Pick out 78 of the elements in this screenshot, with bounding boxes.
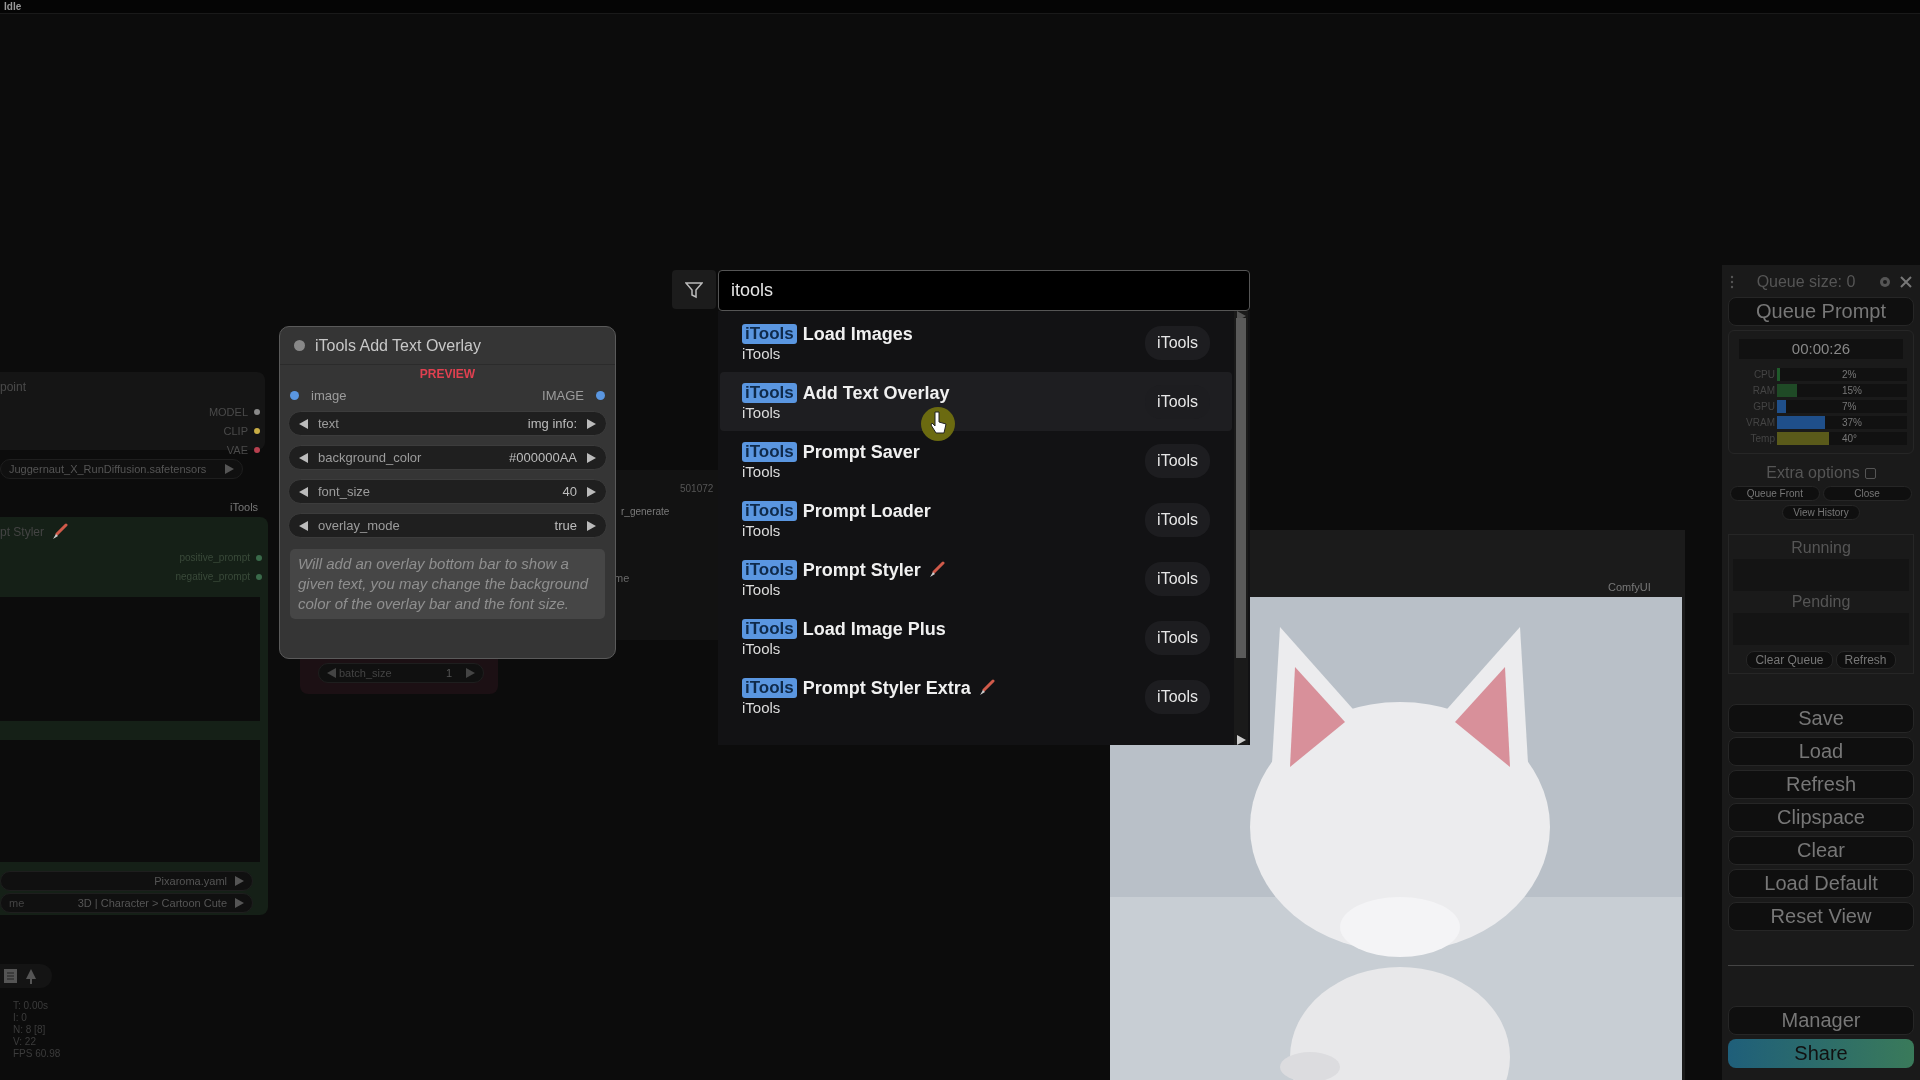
settings-icon[interactable]	[1878, 275, 1892, 289]
queue-button[interactable]: Clear Queue	[1746, 651, 1833, 669]
queue-button[interactable]: Refresh	[1835, 651, 1896, 669]
output-dot[interactable]	[254, 408, 260, 415]
seed-value: 501072	[680, 483, 714, 494]
menu-button[interactable]: Reset View	[1728, 902, 1914, 931]
scrollbar-thumb[interactable]	[1236, 318, 1246, 658]
monitor-reading: 7%	[1842, 400, 1857, 413]
right-arrow-icon[interactable]	[587, 520, 596, 531]
option-button[interactable]: Queue Front	[1730, 486, 1820, 501]
queue-size-text: Queue size: 0	[1756, 273, 1856, 290]
extra-options-label: Extra options	[1766, 464, 1860, 482]
monitor-reading: 15%	[1842, 384, 1862, 397]
node-title: iTools Add Text Overlay	[315, 336, 481, 355]
search-field[interactable]: itools	[718, 270, 1250, 311]
right-arrow-icon[interactable]	[1236, 735, 1246, 745]
filter-icon	[685, 280, 703, 299]
model-combo[interactable]: Juggernaut_X_RunDiffusion.safetensors	[0, 459, 243, 479]
menu-button[interactable]: Save	[1728, 704, 1914, 733]
search-result[interactable]: iTools Prompt Loader iTools iTools	[720, 490, 1232, 549]
right-arrow-icon[interactable]	[587, 486, 596, 497]
search-result[interactable]: iTools Add Text Overlay iTools iTools	[720, 372, 1232, 431]
widget-label: r_generate	[621, 506, 670, 517]
output-label: VAE	[226, 443, 248, 456]
option-button[interactable]: Close	[1822, 486, 1912, 501]
menu-button[interactable]: Clear	[1728, 836, 1914, 865]
cursor-icon	[920, 406, 956, 442]
search-result[interactable]: iTools Load Image Plus iTools iTools	[720, 608, 1232, 667]
widget-field[interactable]: text img info:	[288, 411, 607, 436]
close-icon[interactable]	[1900, 276, 1912, 288]
node-description: Will add an overlay bottom bar to show a given text, you may change the background color of the overlay bar and the font size.	[290, 549, 605, 619]
style-combo[interactable]: Pixaroma.yaml	[0, 871, 253, 891]
status-text: Idle	[4, 1, 22, 12]
output-label: IMAGE	[542, 387, 584, 403]
monitor-reading: 2%	[1842, 368, 1857, 381]
input-label: image	[311, 387, 347, 403]
monitor-reading: 37%	[1842, 416, 1862, 429]
output-dot[interactable]	[256, 554, 262, 561]
list-icon[interactable]	[4, 969, 17, 983]
node-label: ComfyUI	[1608, 581, 1651, 593]
output-dot[interactable]	[254, 446, 260, 453]
queue-prompt-button[interactable]: Queue Prompt	[1728, 297, 1914, 326]
share-button[interactable]: Share	[1728, 1039, 1914, 1068]
left-arrow-icon[interactable]	[299, 452, 308, 463]
search-result[interactable]: iTools Prompt Saver iTools iTools	[720, 431, 1232, 490]
group-label: iTools	[230, 501, 259, 513]
drag-handle-icon[interactable]	[1730, 275, 1734, 289]
left-arrow-icon[interactable]	[299, 486, 308, 497]
input-dot[interactable]	[290, 390, 299, 400]
right-arrow-icon[interactable]	[587, 452, 596, 463]
monitor-reading: 40°	[1842, 432, 1858, 445]
preview-label: PREVIEW	[419, 367, 476, 381]
search-result[interactable]: iTools Prompt Styler iTools iTools	[720, 549, 1232, 608]
view-history-button[interactable]: View History	[1781, 505, 1861, 520]
menu-button[interactable]: Refresh	[1728, 770, 1914, 799]
left-arrow-icon[interactable]	[299, 520, 308, 531]
menu-button[interactable]: Load	[1728, 737, 1914, 766]
filter-button[interactable]	[672, 270, 716, 309]
timer-text: 00:00:26	[1739, 339, 1903, 359]
output-dot[interactable]	[256, 573, 262, 580]
right-arrow-icon[interactable]	[587, 418, 596, 429]
widget-field[interactable]: overlay_mode true	[288, 513, 607, 538]
menu-button[interactable]: Clipspace	[1728, 803, 1914, 832]
left-arrow-icon[interactable]	[299, 418, 308, 429]
extra-options-checkbox[interactable]	[1864, 467, 1876, 479]
search-result[interactable]: iTools Load Images iTools iTools	[720, 313, 1232, 372]
search-result[interactable]: iTools Prompt Styler Extra iTools iTools	[720, 667, 1232, 726]
widget-field[interactable]: font_size 40	[288, 479, 607, 504]
scrollbar[interactable]	[1234, 311, 1248, 745]
menu-button[interactable]: Manager	[1728, 1006, 1914, 1035]
brush-icon	[50, 523, 68, 541]
node-status-dot	[294, 340, 305, 351]
section-heading: Running	[1791, 539, 1851, 557]
output-dot[interactable]	[596, 390, 605, 400]
menu-button[interactable]: Load Default	[1728, 869, 1914, 898]
output-dot[interactable]	[254, 427, 260, 434]
section-heading: Pending	[1791, 593, 1851, 611]
widget-field[interactable]: background_color #000000AA	[288, 445, 607, 470]
